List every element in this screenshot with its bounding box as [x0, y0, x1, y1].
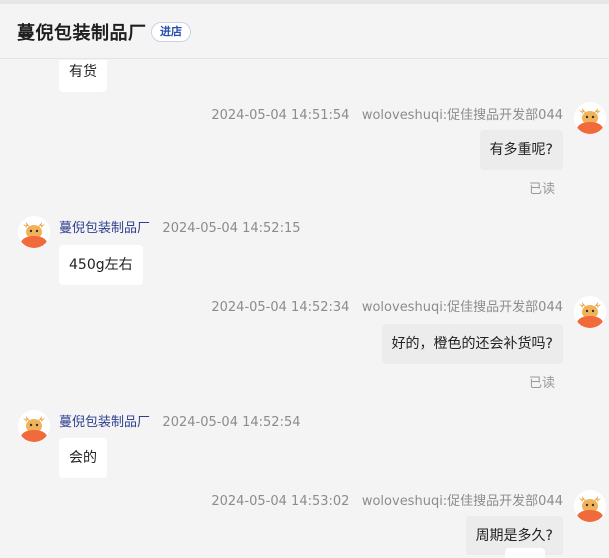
- message-sender: woloveshuqi:促佳搜品开发部044: [361, 300, 563, 315]
- chat-header: 蔓倪包装制品厂 进店: [0, 4, 609, 59]
- message-meta: 2024-05-04 14:53:02 woloveshuqi:促佳搜品开发部0…: [211, 490, 563, 509]
- cartoon-moose-avatar-icon[interactable]: [18, 216, 50, 248]
- message-sender[interactable]: 蔓倪包装制品厂: [59, 415, 150, 430]
- cartoon-moose-avatar-icon[interactable]: [18, 410, 50, 442]
- message-bubble-incoming: 会的: [59, 438, 107, 478]
- message-meta: 2024-05-04 14:52:34 woloveshuqi:促佳搜品开发部0…: [211, 296, 563, 315]
- message-time: 2024-05-04 14:51:54: [211, 108, 350, 123]
- message-meta: 2024-05-04 14:51:54 woloveshuqi:促佳搜品开发部0…: [211, 104, 563, 123]
- message-sender: woloveshuqi:促佳搜品开发部044: [361, 494, 563, 509]
- message-meta: 蔓倪包装制品厂 2024-05-04 14:52:15: [59, 217, 301, 236]
- read-status: 已读: [528, 182, 555, 197]
- message-time: 2024-05-04 14:53:02: [211, 494, 350, 509]
- cartoon-moose-avatar-icon[interactable]: [574, 490, 606, 522]
- shop-name-title: 蔓倪包装制品厂: [17, 23, 147, 44]
- message-meta: 蔓倪包装制品厂 2024-05-04 14:52:54: [59, 411, 301, 430]
- read-status: 已读: [528, 376, 555, 391]
- cartoon-moose-avatar-icon[interactable]: [574, 102, 606, 134]
- partial-bubble-edge: [505, 548, 545, 558]
- message-sender[interactable]: 蔓倪包装制品厂: [59, 221, 150, 236]
- message-bubble-outgoing: 有多重呢?: [479, 130, 563, 170]
- message-time: 2024-05-04 14:52:54: [162, 415, 301, 430]
- message-time: 2024-05-04 14:52:15: [162, 221, 301, 236]
- message-time: 2024-05-04 14:52:34: [211, 300, 350, 315]
- message-bubble-incoming: 有货: [59, 60, 107, 92]
- message-bubble-outgoing: 好的，橙色的还会补货吗?: [381, 324, 563, 364]
- message-bubble-incoming: 450g左右: [59, 245, 143, 285]
- cartoon-moose-avatar-icon[interactable]: [574, 296, 606, 328]
- enter-shop-button[interactable]: 进店: [151, 22, 191, 42]
- chat-message-list[interactable]: 有货 2024-05-04 14:51:54 woloveshuqi:促佳搜品开…: [0, 60, 609, 555]
- message-sender: woloveshuqi:促佳搜品开发部044: [361, 108, 563, 123]
